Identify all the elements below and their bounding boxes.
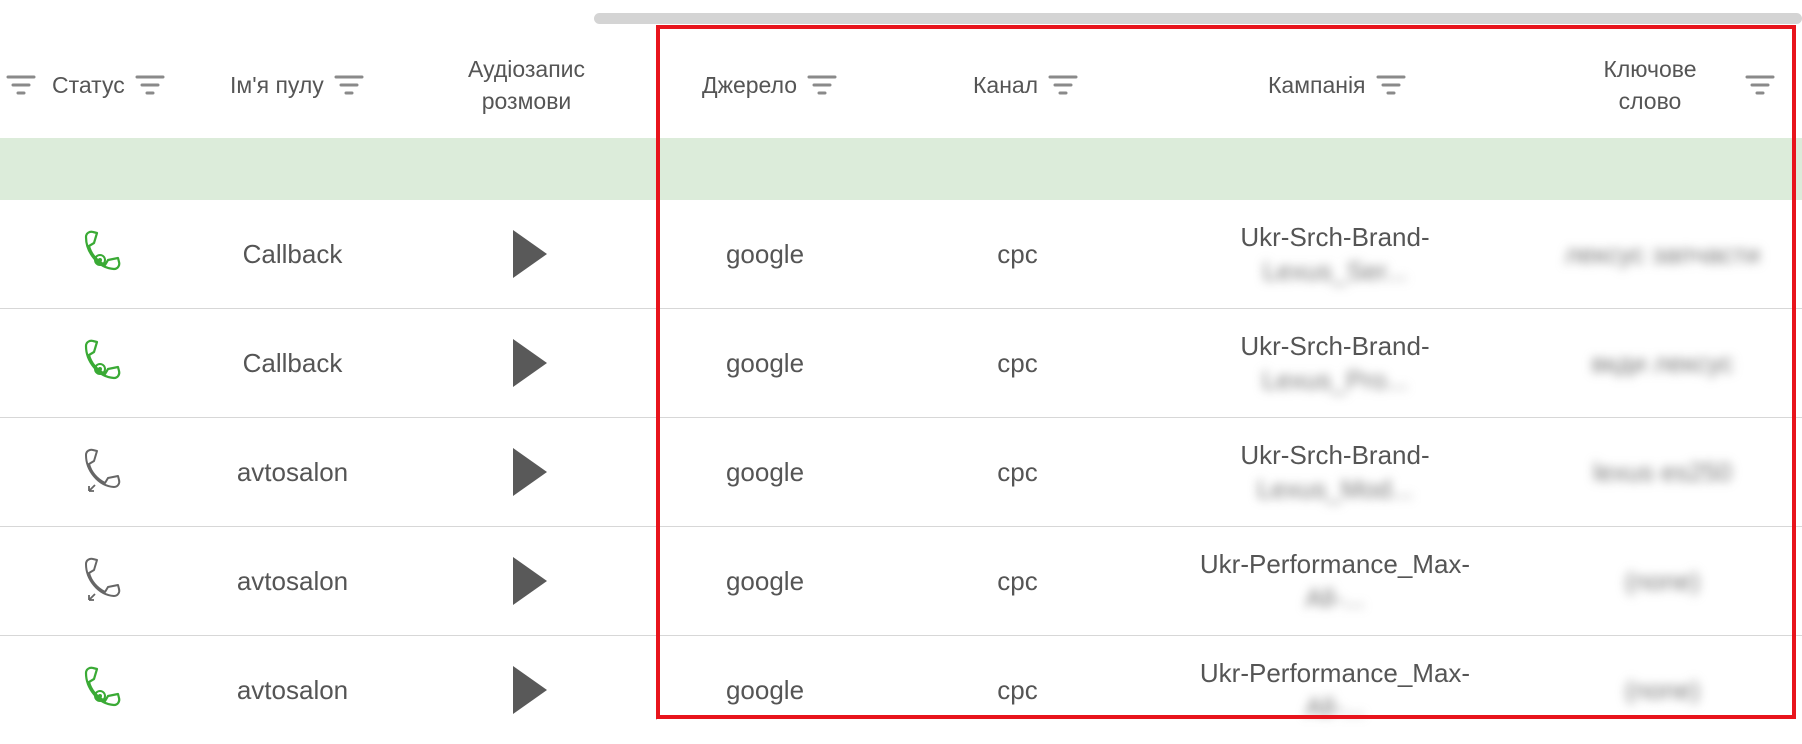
- phone-incoming-icon: [85, 557, 121, 601]
- status-cell: [40, 418, 170, 526]
- play-icon[interactable]: [513, 666, 547, 714]
- status-cell: [40, 200, 170, 308]
- callback-icon: [84, 666, 121, 707]
- play-icon[interactable]: [513, 339, 547, 387]
- callback-icon: [84, 339, 121, 380]
- scrollbar-thumb[interactable]: [594, 13, 1802, 24]
- audio-header-line1: Аудіозапис: [468, 56, 586, 82]
- pool-cell: avtosalon: [236, 674, 349, 705]
- pool-cell: avtosalon: [236, 565, 349, 596]
- audio-header-line2: розмови: [481, 88, 572, 114]
- play-icon[interactable]: [513, 448, 547, 496]
- status-cell: [40, 527, 170, 635]
- audio-column-header: Аудіозапис розмови: [468, 30, 585, 140]
- filter-icon[interactable]: [4, 71, 38, 99]
- audio-cell: [480, 527, 580, 635]
- audio-cell: [480, 418, 580, 526]
- highlight-box: [656, 25, 1796, 719]
- pool-cell: avtosalon: [236, 456, 349, 487]
- status-cell: [40, 309, 170, 417]
- pool-header-label: Ім'я пулу: [230, 72, 324, 98]
- phone-incoming-icon: [85, 448, 121, 492]
- audio-cell: [480, 309, 580, 417]
- play-icon[interactable]: [513, 557, 547, 605]
- audio-cell: [480, 200, 580, 308]
- pool-column-header: Ім'я пулу: [230, 30, 366, 140]
- pool-cell: Callback: [242, 347, 343, 378]
- pool-filter-icon[interactable]: [332, 71, 366, 99]
- status-column-header: Статус: [4, 30, 167, 140]
- play-icon[interactable]: [513, 230, 547, 278]
- status-filter-icon[interactable]: [133, 71, 167, 99]
- status-header-label: Статус: [52, 72, 125, 98]
- callback-icon: [84, 230, 121, 271]
- status-cell: [40, 636, 170, 744]
- pool-cell: Callback: [242, 238, 343, 269]
- horizontal-scrollbar[interactable]: [594, 13, 1802, 24]
- audio-cell: [480, 636, 580, 744]
